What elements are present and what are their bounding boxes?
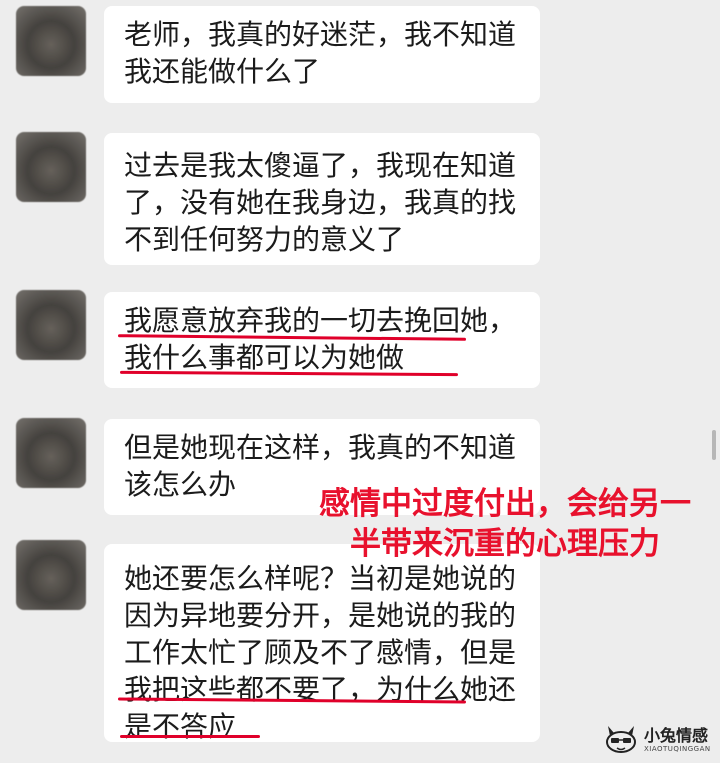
message-line: 老师，我真的好迷茫，我不知道: [124, 18, 517, 51]
message-line: 我愿意放弃我的一切去挽回她，: [124, 304, 517, 337]
highlight-underline: [120, 735, 260, 738]
message-bubble: 她还要怎么样呢？当初是她说的 因为异地要分开，是她说的我的 工作太忙了顾及不了感…: [104, 544, 540, 743]
chat-conversation: 老师，我真的好迷茫，我不知道 我还能做什么了 过去是我太傻逼了，我现在知道 了，…: [0, 0, 720, 763]
avatar[interactable]: [16, 418, 86, 488]
scrollbar[interactable]: [712, 430, 716, 460]
message-bubble: 我愿意放弃我的一切去挽回她， 我什么事都可以为她做: [104, 292, 540, 388]
annotation-line: 感情中过度付出，会给另一: [319, 486, 691, 522]
annotation-caption: 感情中过度付出，会给另一 半带来沉重的心理压力: [290, 484, 720, 564]
message-line: 工作太忙了顾及不了感情，但是: [124, 636, 517, 669]
message-line: 我还能做什么了: [124, 55, 321, 88]
message-line: 过去是我太傻逼了，我现在知道: [124, 149, 517, 182]
message-line: 但是她现在这样，我真的不知道: [124, 431, 517, 464]
message-line: 是不答应: [124, 710, 237, 743]
watermark-subtitle: XIAOTUQINGGAN: [644, 745, 711, 753]
message-bubble: 老师，我真的好迷茫，我不知道 我还能做什么了: [104, 6, 540, 103]
avatar[interactable]: [16, 290, 86, 360]
annotation-line: 半带来沉重的心理压力: [350, 526, 660, 562]
message-line: 她还要怎么样呢？当初是她说的: [124, 562, 517, 595]
watermark-logo: 小兔情感 XIAOTUQINGGAN: [604, 720, 716, 760]
message-line: 因为异地要分开，是她说的我的: [124, 599, 517, 632]
avatar[interactable]: [16, 132, 86, 202]
avatar[interactable]: [16, 6, 86, 76]
watermark-title: 小兔情感: [644, 726, 709, 745]
avatar[interactable]: [16, 540, 86, 610]
message-line: 不到任何努力的意义了: [124, 223, 405, 256]
message-line: 了，没有她在我身边，我真的找: [124, 186, 517, 219]
message-bubble: 过去是我太傻逼了，我现在知道 了，没有她在我身边，我真的找 不到任何努力的意义了: [104, 133, 540, 265]
rabbit-face-icon: [604, 726, 638, 754]
